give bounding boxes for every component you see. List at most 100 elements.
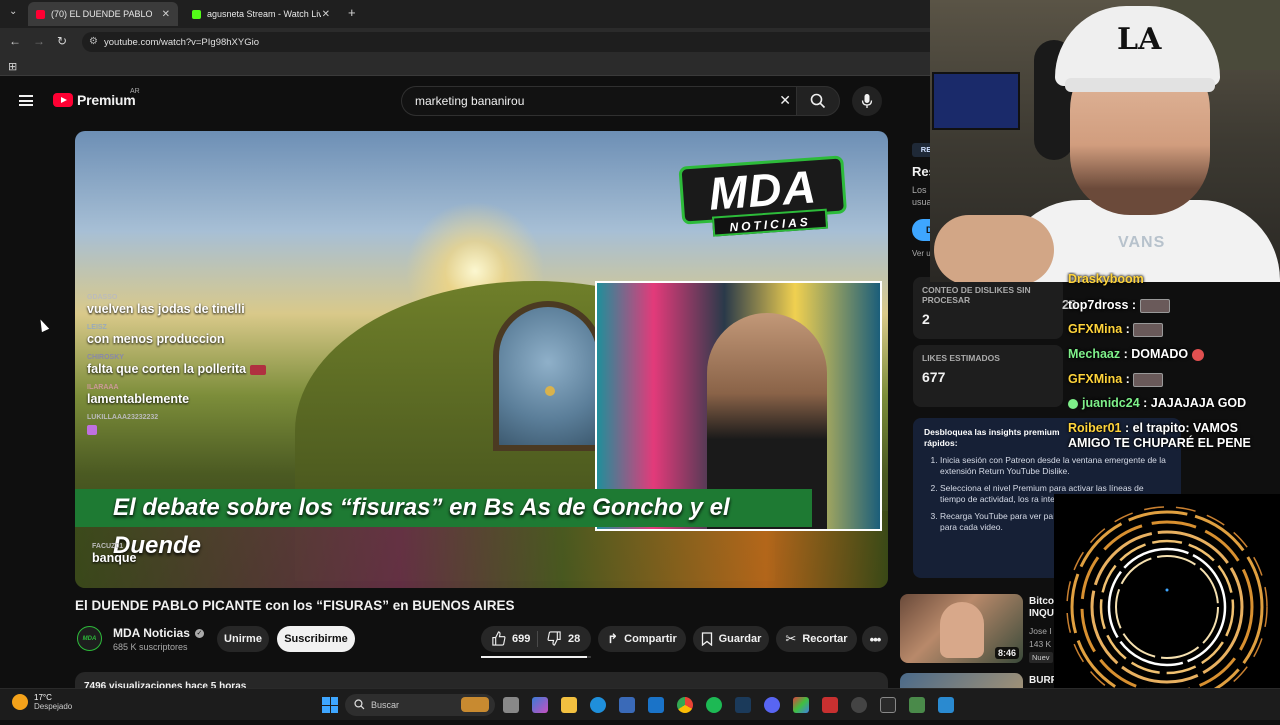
channel-avatar[interactable]: MDA [77,626,102,651]
chat-username: juanidc24 [1082,396,1140,410]
kick-favicon-icon [192,9,201,19]
recommendation-thumbnail[interactable] [900,673,1023,689]
overlay-chat-user: LEISZ [87,324,107,331]
tab-label: agusneta Stream - Watch Live o [207,9,321,19]
tab-list-icon[interactable]: ⌄ [9,6,17,17]
search-highlight-icon [461,697,489,712]
new-tab-icon[interactable]: + [348,5,356,20]
recommendation-thumbnail[interactable]: 8:46 [900,594,1023,663]
overlay-chat-user: CHIROSKY [87,354,124,361]
menu-icon[interactable] [19,95,33,106]
obs-icon[interactable] [851,697,867,713]
store-icon[interactable] [619,697,635,713]
apps-grid-icon[interactable]: ⊞ [8,60,17,73]
search-button[interactable] [796,86,840,116]
more-actions-button[interactable]: ••• [862,626,888,652]
weather-sun-icon [12,694,28,710]
verified-badge-icon: ✓ [194,628,204,638]
voice-search-button[interactable] [852,86,882,116]
spotify-icon[interactable] [706,697,722,713]
user-badge-icon [1068,398,1078,409]
chat-username: Roiber01 [1068,421,1122,435]
chat-message: Roiber01 : el trapito: VAMOS AMIGO TE CH… [1068,421,1251,450]
app-icon[interactable] [793,697,809,713]
url-field[interactable]: ⚙ youtube.com/watch?v=PIg98hXYGio [82,32,962,52]
chat-message: GFXMina : [1068,372,1278,387]
steam-icon[interactable] [735,697,751,713]
save-button[interactable]: Guardar [693,626,769,652]
mda-noticias-logo: MDA NOTICIAS [678,155,848,246]
share-button[interactable]: ↱ Compartir [598,626,686,652]
forward-icon[interactable]: → [33,34,45,48]
edge-icon[interactable] [590,697,606,713]
app-window-icon[interactable] [938,697,954,713]
chat-username: GFXMina [1068,322,1123,336]
overlay-chat-user: FACUZ01 [92,543,124,550]
emote-icon [1133,322,1164,337]
copilot-icon[interactable] [532,697,548,713]
discord-icon[interactable] [764,697,780,713]
like-button[interactable]: 699 [491,631,530,646]
youtube-premium-logo[interactable]: Premium AR [53,88,140,108]
cap-logo-text: LA [1117,22,1162,57]
app-tool-icon[interactable] [909,697,925,713]
shirt-logo-text: VANS [1118,234,1166,251]
obs-overlay-icon[interactable] [822,697,838,713]
chat-message: juanidc24 : JAJAJAJA GOD [1068,396,1278,411]
chat-username: Draskyboom [1068,272,1144,286]
back-icon[interactable]: ← [9,34,21,48]
channel-name-row[interactable]: MDA Noticias ✓ [113,626,204,640]
raw-dislikes-value: 2 [922,311,930,327]
tab-kick-stream[interactable]: agusneta Stream - Watch Live o ✕ [184,2,338,26]
channel-name[interactable]: MDA Noticias [113,626,190,640]
search-input[interactable]: marketing bananirou ✕ [401,86,797,116]
clip-button[interactable]: ✂ Recortar [776,626,857,652]
close-tab-icon[interactable]: ✕ [322,9,330,20]
new-badge: Nuev [1029,652,1053,663]
overlay-chat-message: vuelven las jodas de tinelli [87,302,245,316]
extension-more-link[interactable]: Ver u [912,249,931,258]
app-g-icon[interactable] [880,697,896,713]
youtube-play-icon [53,93,73,107]
overlay-chat-message [87,422,337,436]
outlook-icon[interactable] [648,697,664,713]
chat-text: JAJAJAJA GOD [1150,396,1247,410]
windows-start-icon[interactable] [322,697,338,713]
chat-username: Mechaaz [1068,347,1121,361]
video-title: El DUENDE PABLO PICANTE con los “FISURAS… [75,598,515,613]
file-explorer-icon[interactable] [561,697,577,713]
chrome-icon[interactable] [677,697,693,713]
chat-message: Draskyboom [1068,272,1278,287]
thumbs-down-icon [547,631,561,646]
estimated-likes-value: 677 [922,369,946,385]
tab-youtube[interactable]: (70) EL DUENDE PABLO PICANTE ✕ [28,2,178,26]
taskbar-search[interactable]: Buscar [345,694,495,716]
stream-chat-overlay: Draskyboom top7dross : GFXMina : Mechaaz… [1062,272,1280,494]
close-tab-icon[interactable]: ✕ [162,9,170,20]
video-lower-third: El debate sobre los “fisuras” en Bs As d… [75,489,812,559]
bookmark-icon [701,632,712,646]
weather-widget[interactable]: 17°C Despejado [12,693,72,711]
clear-search-icon[interactable]: ✕ [779,92,791,109]
logo-text: Premium [77,92,136,108]
video-player[interactable]: MDA NOTICIAS GDASSO vuelven las jodas de… [75,131,888,588]
raw-dislikes-card: CONTEO DE DISLIKES SIN PROCESAR 2 [913,277,1063,339]
estimated-likes-card: LIKES ESTIMADOS 677 [913,345,1063,407]
search-icon [810,93,826,109]
emote-icon [1139,298,1170,313]
task-view-icon[interactable] [503,697,519,713]
dislike-button[interactable]: 28 [547,631,580,646]
site-info-icon[interactable]: ⚙ [89,36,98,47]
taskbar-search-placeholder: Buscar [371,700,400,710]
thumbs-up-icon [492,631,506,646]
share-icon: ↱ [607,631,619,646]
reload-icon[interactable]: ↻ [57,34,67,48]
save-label: Guardar [718,633,762,645]
subscribe-button[interactable]: Suscribirme [277,626,355,652]
streamer-webcam: VANS LA [930,0,1280,282]
join-button[interactable]: Unirme [217,626,269,652]
emote-icon [249,364,266,375]
overlay-chat-message: con menos produccion [87,332,225,346]
chat-message: Mechaaz : DOMADO [1068,347,1278,362]
search-icon [354,699,365,710]
